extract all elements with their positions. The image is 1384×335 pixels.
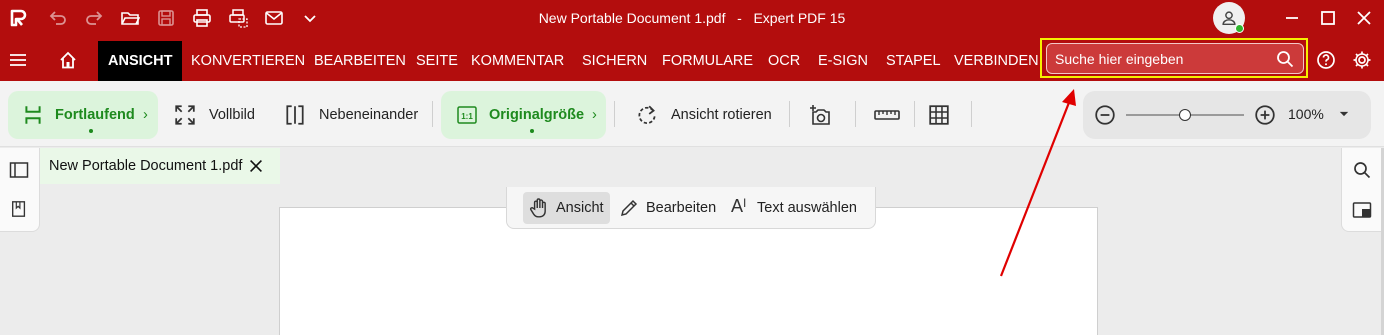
text-cursor-icon: AI (731, 196, 747, 216)
fullscreen-icon (174, 104, 196, 130)
menu-ansicht[interactable]: ANSICHT (98, 41, 183, 81)
grid-icon (928, 104, 950, 130)
ribbon-toolbar: Fortlaufend › Vollbild Nebeneinander 1:1… (0, 81, 1384, 147)
view-mode-button[interactable]: Ansicht (523, 192, 610, 224)
right-side-panel (1341, 148, 1381, 232)
actual-size-button[interactable]: 1:1 Originalgröße › (441, 91, 606, 139)
snapshot-button[interactable] (808, 91, 836, 139)
ruler-icon (874, 105, 900, 129)
continuous-button[interactable]: Fortlaufend › (8, 91, 158, 139)
document-tab-label: New Portable Document 1.pdf (49, 158, 243, 174)
side-by-side-button[interactable]: Nebeneinander (284, 91, 420, 139)
menu-verbinden[interactable]: VERBINDEN (954, 41, 1039, 81)
view-mode-label: Ansicht (556, 200, 604, 216)
document-tab[interactable]: New Portable Document 1.pdf (40, 148, 280, 184)
user-icon[interactable] (1213, 2, 1245, 34)
pencil-icon (619, 198, 639, 222)
edit-mode-label: Bearbeiten (646, 200, 717, 216)
settings-icon[interactable] (1348, 46, 1376, 74)
minimize-icon[interactable] (1274, 0, 1310, 36)
select-text-mode-button[interactable]: AI Text auswählen (731, 192, 871, 224)
continuous-chevron-icon[interactable]: › (143, 107, 148, 123)
toolbar-divider (789, 101, 790, 127)
document-title: New Portable Document 1.pdf (538, 10, 726, 26)
app-logo-icon[interactable] (4, 4, 32, 32)
close-tab-icon[interactable] (247, 157, 265, 180)
rotate-label: Ansicht rotieren (671, 107, 772, 123)
zoom-out-icon[interactable] (1094, 104, 1116, 131)
chevron-down-icon[interactable] (296, 4, 324, 32)
save-icon[interactable] (152, 4, 180, 32)
menu-sichern[interactable]: SICHERN (582, 41, 647, 81)
sidebar-toggle-icon[interactable] (9, 160, 29, 185)
rotate-icon (636, 104, 658, 130)
zoom-control: 100% (1083, 91, 1371, 139)
menu-formulare[interactable]: FORMULARE (662, 41, 753, 81)
online-status-dot (1235, 24, 1244, 33)
redo-icon[interactable] (80, 4, 108, 32)
toolbar-divider (432, 101, 433, 127)
open-folder-icon[interactable] (116, 4, 144, 32)
select-text-mode-label: Text auswählen (757, 200, 857, 216)
menu-kommentar[interactable]: KOMMENTAR (471, 41, 564, 81)
panel-icon[interactable] (1352, 200, 1372, 225)
zoom-in-icon[interactable] (1254, 104, 1276, 131)
continuous-label: Fortlaufend (55, 107, 135, 123)
actual-size-label: Originalgröße (489, 107, 585, 123)
grid-button[interactable] (928, 91, 952, 139)
menu-konvertieren[interactable]: KONVERTIEREN (191, 41, 305, 81)
menu-ocr[interactable]: OCR (768, 41, 800, 81)
toolbar-divider (855, 101, 856, 127)
help-icon[interactable] (1312, 46, 1340, 74)
toolbar-divider (914, 101, 915, 127)
interaction-mode-bar: Ansicht Bearbeiten AI Text auswählen (506, 187, 876, 229)
ruler-button[interactable] (874, 91, 902, 139)
side-by-side-icon (284, 104, 306, 130)
edit-mode-button[interactable]: Bearbeiten (619, 192, 719, 224)
toolbar-divider (614, 101, 615, 127)
home-icon[interactable] (54, 46, 82, 74)
toolbar-divider (971, 101, 972, 127)
app-name: Expert PDF 15 (753, 10, 846, 26)
scan-icon[interactable] (224, 4, 252, 32)
left-side-panel (0, 148, 40, 232)
side-by-side-label: Nebeneinander (319, 107, 419, 123)
actual-size-chevron-icon[interactable]: › (592, 107, 597, 123)
actual-size-icon: 1:1 (456, 104, 478, 130)
hamburger-icon[interactable] (4, 46, 32, 74)
print-icon[interactable] (188, 4, 216, 32)
camera-add-icon (808, 104, 832, 130)
menu-e-sign[interactable]: E-SIGN (818, 41, 868, 81)
fullscreen-label: Vollbild (209, 107, 255, 123)
continuous-icon (22, 104, 44, 130)
zoom-value[interactable]: 100% (1288, 106, 1324, 122)
actual-size-indicator (530, 129, 534, 133)
email-icon[interactable] (260, 4, 288, 32)
menu-bearbeiten[interactable]: BEARBEITEN (314, 41, 406, 81)
close-icon[interactable] (1346, 0, 1382, 36)
search-input[interactable] (1055, 48, 1270, 70)
svg-text:1:1: 1:1 (461, 112, 473, 121)
title-bar: New Portable Document 1.pdf - Expert PDF… (0, 0, 1384, 36)
zoom-slider-thumb[interactable] (1179, 109, 1191, 121)
zoom-dropdown-icon[interactable] (1337, 107, 1351, 126)
undo-icon[interactable] (44, 4, 72, 32)
bookmark-icon[interactable] (10, 200, 28, 223)
zoom-slider[interactable] (1126, 109, 1244, 121)
maximize-icon[interactable] (1310, 0, 1346, 36)
hand-icon (528, 197, 550, 223)
search-box[interactable] (1046, 43, 1304, 74)
continuous-indicator (89, 129, 93, 133)
find-icon[interactable] (1352, 160, 1372, 185)
menu-bar: ANSICHT KONVERTIEREN BEARBEITEN SEITE KO… (0, 36, 1384, 81)
fullscreen-button[interactable]: Vollbild (174, 91, 264, 139)
menu-stapel[interactable]: STAPEL (886, 41, 941, 81)
rotate-view-button[interactable]: Ansicht rotieren (636, 91, 776, 139)
title-separator: - (737, 10, 742, 26)
search-icon[interactable] (1275, 49, 1295, 69)
menu-seite[interactable]: SEITE (416, 41, 458, 81)
